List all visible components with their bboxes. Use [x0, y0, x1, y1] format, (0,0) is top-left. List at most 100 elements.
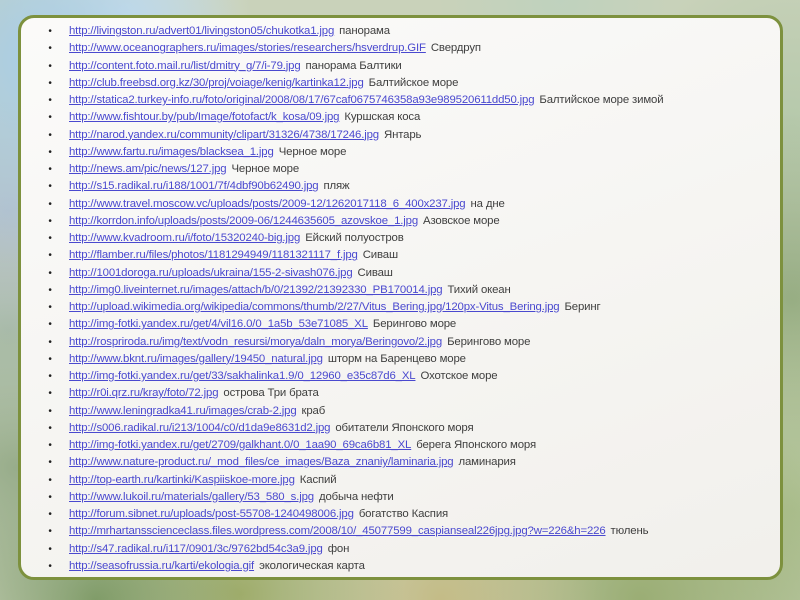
list-item: • http://rospriroda.ru/img/text/vodn_resu…	[33, 334, 772, 351]
link-label: Сиваш	[357, 266, 393, 279]
link-url[interactable]: http://statica2.turkey-info.ru/foto/orig…	[69, 94, 535, 106]
bullet-icon: •	[48, 319, 52, 331]
link-url[interactable]: http://news.am/pic/news/127.jpg	[69, 163, 227, 175]
link-url[interactable]: http://img-fotki.yandex.ru/get/4/vil16.0…	[69, 318, 368, 330]
link-url[interactable]: http://s006.radikal.ru/i213/1004/c0/d1da…	[69, 422, 331, 434]
list-item: • http://club.freebsd.org.kz/30/proj/voia…	[33, 75, 772, 92]
link-label: краб	[301, 404, 326, 417]
bullet-icon: •	[48, 284, 52, 296]
link-url[interactable]: http://upload.wikimedia.org/wikipedia/co…	[69, 301, 560, 313]
bullet-icon: •	[48, 302, 52, 313]
link-url[interactable]: http://www.fishtour.by/pub/Image/fotofac…	[69, 111, 340, 123]
list-item: • http://flamber.ru/files/photos/11812949…	[33, 247, 772, 264]
list-item: • http://www.fartu.ru/images/blacksea_1.j…	[33, 144, 772, 161]
list-item: • http://narod.yandex.ru/community/clipar…	[33, 127, 772, 144]
link-url[interactable]: http://www.oceanographers.ru/images/stor…	[69, 42, 426, 54]
link-url[interactable]: http://seasofrussia.ru/karti/ekologia.gi…	[69, 560, 254, 572]
list-item: • http://www.fishtour.by/pub/Image/fotofa…	[33, 109, 772, 126]
list-item: • http://www.kvadroom.ru/i/foto/15320240-…	[33, 230, 772, 247]
list-item: • http://news.am/pic/news/127.jpg Черное м…	[33, 161, 772, 178]
link-label: ламинария	[458, 456, 516, 469]
link-label: фон	[327, 542, 350, 555]
list-item: • http://www.leningradka41.ru/images/crab…	[33, 403, 772, 420]
link-label: тюлень	[610, 525, 649, 538]
link-url[interactable]: http://livingston.ru/advert01/livingston…	[69, 25, 334, 37]
link-url[interactable]: http://www.kvadroom.ru/i/foto/15320240-b…	[69, 232, 300, 244]
link-url[interactable]: http://club.freebsd.org.kz/30/proj/voiag…	[69, 77, 364, 89]
link-url[interactable]: http://www.travel.moscow.vc/uploads/post…	[69, 198, 466, 210]
link-label: пляж	[323, 180, 350, 193]
list-item: • http://www.nature-product.ru/_mod_files…	[33, 454, 772, 471]
link-url[interactable]: http://korrdon.info/uploads/posts/2009-0…	[69, 215, 418, 227]
list-item: • http://r0i.qrz.ru/kray/foto/72.jpg остро…	[33, 385, 772, 402]
bullet-icon: •	[48, 388, 52, 400]
link-label: Берингово море	[372, 318, 457, 331]
bullet-icon: •	[48, 112, 52, 124]
link-url[interactable]: http://www.fartu.ru/images/blacksea_1.jp…	[69, 146, 274, 158]
link-url[interactable]: http://www.lukoil.ru/materials/gallery/5…	[69, 491, 314, 503]
link-url[interactable]: http://forum.sibnet.ru/uploads/post-5570…	[69, 508, 354, 520]
link-url[interactable]: http://img0.liveinternet.ru/images/attac…	[69, 284, 443, 296]
list-item: • http://seasofrussia.ru/karti/ekologia.g…	[33, 558, 772, 575]
list-item: • http://statica2.turkey-info.ru/foto/ori…	[33, 92, 772, 109]
link-label: Охотское море	[420, 370, 498, 382]
bullet-icon: •	[48, 233, 52, 244]
bullet-icon: •	[48, 371, 52, 382]
bullet-icon: •	[48, 129, 52, 141]
bullet-icon: •	[48, 181, 52, 193]
link-url[interactable]: http://narod.yandex.ru/community/clipart…	[69, 129, 379, 141]
link-url[interactable]: http://s15.radikal.ru/i188/1001/7f/4dbf9…	[69, 180, 319, 192]
link-label: берега Японского моря	[416, 439, 536, 451]
link-url[interactable]: http://www.nature-product.ru/_mod_files/…	[69, 456, 454, 468]
link-url[interactable]: http://www.leningradka41.ru/images/crab-…	[69, 405, 297, 417]
link-url[interactable]: http://1001doroga.ru/uploads/ukraina/155…	[69, 267, 353, 279]
bullet-icon: •	[48, 405, 52, 417]
link-url[interactable]: http://s47.radikal.ru/i117/0901/3c/9762b…	[69, 543, 323, 555]
list-item: • http://forum.sibnet.ru/uploads/post-557…	[33, 506, 772, 523]
link-list: • http://livingston.ru/advert01/livingsto…	[33, 23, 772, 575]
bullet-icon: •	[48, 43, 52, 55]
links-panel: • http://livingston.ru/advert01/livingsto…	[18, 15, 783, 580]
bullet-icon: •	[48, 26, 52, 37]
link-label: Черное море	[278, 145, 347, 158]
list-item: • http://www.lukoil.ru/materials/gallery/…	[33, 489, 772, 506]
link-url[interactable]: http://img-fotki.yandex.ru/get/2709/galk…	[69, 439, 411, 451]
link-url[interactable]: http://mrhartansscienceclass.files.wordp…	[69, 525, 606, 537]
link-label: Берингово море	[447, 335, 531, 348]
bullet-icon: •	[48, 543, 52, 555]
link-url[interactable]: http://flamber.ru/files/photos/118129494…	[69, 249, 358, 261]
link-label: Свердруп	[430, 42, 481, 55]
list-item: • http://img-fotki.yandex.ru/get/4/vil16.…	[33, 316, 772, 333]
link-label: экологическая карта	[259, 559, 365, 572]
link-url[interactable]: http://content.foto.mail.ru/list/dmitry_…	[69, 60, 301, 72]
link-label: Ейский полуостров	[305, 232, 404, 244]
bullet-icon: •	[48, 560, 52, 572]
list-item: • http://s006.radikal.ru/i213/1004/c0/d1d…	[33, 420, 772, 437]
link-label: Янтарь	[384, 128, 422, 141]
link-url[interactable]: http://r0i.qrz.ru/kray/foto/72.jpg	[69, 387, 219, 399]
list-item: • http://s47.radikal.ru/i117/0901/3c/9762…	[33, 541, 772, 558]
list-item: • http://www.travel.moscow.vc/uploads/pos…	[33, 196, 772, 213]
link-url[interactable]: http://www.bknt.ru/images/gallery/19450_…	[69, 353, 323, 365]
bullet-icon: •	[48, 95, 52, 106]
list-item: • http://mrhartansscienceclass.files.word…	[33, 523, 772, 540]
list-item: • http://img0.liveinternet.ru/images/atta…	[33, 282, 772, 299]
link-label: добыча нефти	[318, 490, 394, 503]
list-item: • http://1001doroga.ru/uploads/ukraina/15…	[33, 265, 772, 282]
link-label: Тихий океан	[447, 283, 511, 296]
link-url[interactable]: http://img-fotki.yandex.ru/get/33/sakhal…	[69, 370, 416, 382]
link-label: Беринг	[564, 301, 601, 313]
link-label: шторм на Баренцево море	[327, 352, 466, 365]
bullet-icon: •	[48, 526, 52, 538]
link-label: Сиваш	[362, 249, 398, 262]
bullet-icon: •	[48, 353, 52, 365]
list-item: • http://livingston.ru/advert01/livingsto…	[33, 23, 772, 40]
link-url[interactable]: http://top-earth.ru/kartinki/Kaspiiskoe-…	[69, 474, 295, 486]
bullet-icon: •	[48, 267, 52, 279]
link-url[interactable]: http://rospriroda.ru/img/text/vodn_resur…	[69, 336, 442, 348]
bullet-icon: •	[48, 491, 52, 503]
list-item: • http://img-fotki.yandex.ru/get/2709/gal…	[33, 437, 772, 454]
list-item: • http://content.foto.mail.ru/list/dmitry…	[33, 58, 772, 75]
list-item: • http://www.bknt.ru/images/gallery/19450…	[33, 351, 772, 368]
link-label: острова Три брата	[223, 387, 319, 400]
